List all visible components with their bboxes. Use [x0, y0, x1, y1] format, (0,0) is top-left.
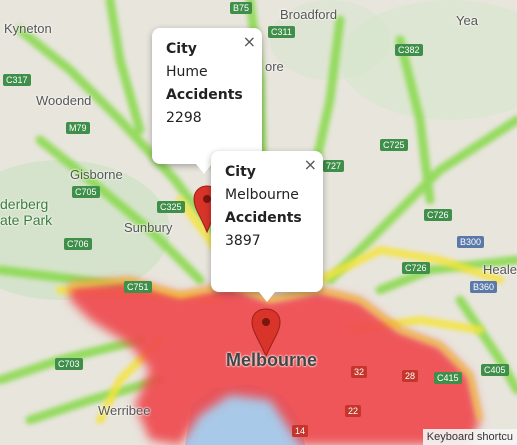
place-derberg: derberg: [0, 196, 49, 212]
road-14: 14: [292, 425, 309, 437]
info-window-hume: × City Hume Accidents 2298: [152, 28, 262, 174]
road-c311: C311: [268, 26, 295, 38]
close-icon[interactable]: ×: [243, 30, 256, 53]
place-gisborne: Gisborne: [70, 167, 123, 182]
place-woodend: Woodend: [36, 93, 92, 108]
road-c726-north: C726: [424, 209, 452, 221]
place-melbourne: Melbourne: [226, 350, 318, 370]
road-c706: C706: [64, 238, 92, 250]
place-werribee: Werribee: [98, 403, 151, 418]
city-value: Hume: [166, 64, 208, 80]
road-727: 727: [323, 160, 345, 172]
place-yea: Yea: [456, 13, 478, 28]
road-22: 22: [345, 405, 362, 417]
road-b360: B360: [470, 281, 498, 293]
city-label: City: [166, 41, 197, 57]
place-ore: ore: [265, 59, 284, 74]
road-c382: C382: [395, 44, 423, 56]
accidents-label: Accidents: [166, 87, 243, 103]
city-value: Melbourne: [225, 187, 299, 203]
place-heale: Heale: [483, 262, 517, 277]
road-c726: C726: [402, 262, 430, 274]
road-c405: C405: [481, 364, 509, 376]
close-icon[interactable]: ×: [304, 153, 317, 176]
road-c317: C317: [3, 74, 31, 86]
place-sunbury: Sunbury: [124, 220, 173, 235]
place-ate-park: ate Park: [0, 212, 53, 228]
road-c751: C751: [124, 281, 152, 293]
road-c725: C725: [380, 139, 408, 151]
accidents-label: Accidents: [225, 210, 302, 226]
road-b75: B75: [230, 2, 253, 14]
accidents-value: 2298: [166, 110, 202, 126]
road-28: 28: [402, 370, 419, 382]
road-b300: B300: [457, 236, 485, 248]
info-window-melbourne: × City Melbourne Accidents 3897: [211, 151, 323, 302]
road-c703: C703: [55, 358, 83, 370]
place-kyneton: Kyneton: [4, 21, 52, 36]
city-label: City: [225, 164, 256, 180]
road-m79: M79: [66, 122, 90, 134]
road-c705: C705: [72, 186, 100, 198]
keyboard-shortcuts-link[interactable]: Keyboard shortcu: [422, 429, 517, 445]
place-broadford: Broadford: [280, 7, 338, 22]
map-canvas[interactable]: Kyneton Broadford Yea Woodend Gisborne S…: [0, 0, 517, 445]
accidents-value: 3897: [225, 233, 261, 249]
road-32: 32: [351, 366, 368, 378]
road-c325: C325: [157, 201, 185, 213]
road-c415: C415: [434, 372, 462, 384]
